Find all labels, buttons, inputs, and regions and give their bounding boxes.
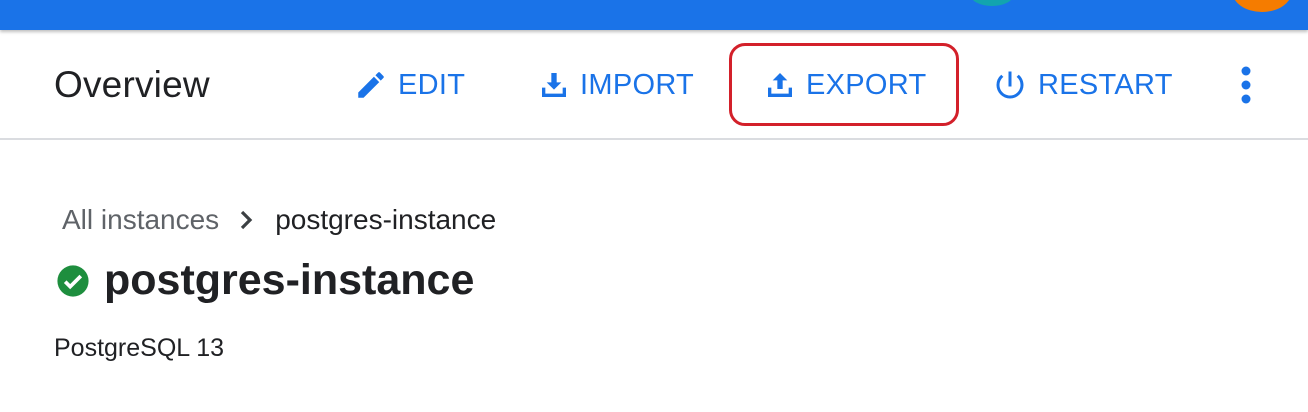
app-icon[interactable] (970, 0, 1014, 6)
database-version: PostgreSQL 13 (54, 334, 225, 362)
export-label: EXPORT (806, 68, 927, 101)
restart-label: RESTART (1038, 68, 1173, 101)
pencil-icon (354, 68, 388, 102)
top-app-bar (0, 0, 1308, 30)
import-icon (538, 69, 570, 101)
instance-name: postgres-instance (104, 256, 475, 304)
restart-button[interactable]: RESTART (992, 64, 1173, 106)
check-circle-icon (56, 264, 90, 298)
breadcrumb-current: postgres-instance (275, 204, 497, 235)
more-options-button[interactable] (1230, 64, 1262, 106)
breadcrumb: All instances postgres-instance (62, 204, 496, 236)
more-vert-icon (1239, 66, 1253, 104)
account-avatar[interactable] (1232, 0, 1292, 12)
instance-heading: postgres-instance (56, 256, 474, 305)
import-label: IMPORT (580, 68, 695, 101)
import-button[interactable]: IMPORT (538, 64, 694, 106)
page-title: Overview (54, 64, 210, 105)
export-button[interactable]: EXPORT (764, 64, 927, 106)
breadcrumb-all-instances[interactable]: All instances (62, 204, 219, 236)
toolbar: Overview EDIT IMPORT EXPORT RESTART (0, 30, 1308, 140)
chevron-right-icon (239, 210, 253, 230)
edit-label: EDIT (398, 68, 466, 101)
export-icon (764, 69, 796, 101)
edit-button[interactable]: EDIT (354, 64, 465, 106)
power-icon (992, 67, 1028, 103)
